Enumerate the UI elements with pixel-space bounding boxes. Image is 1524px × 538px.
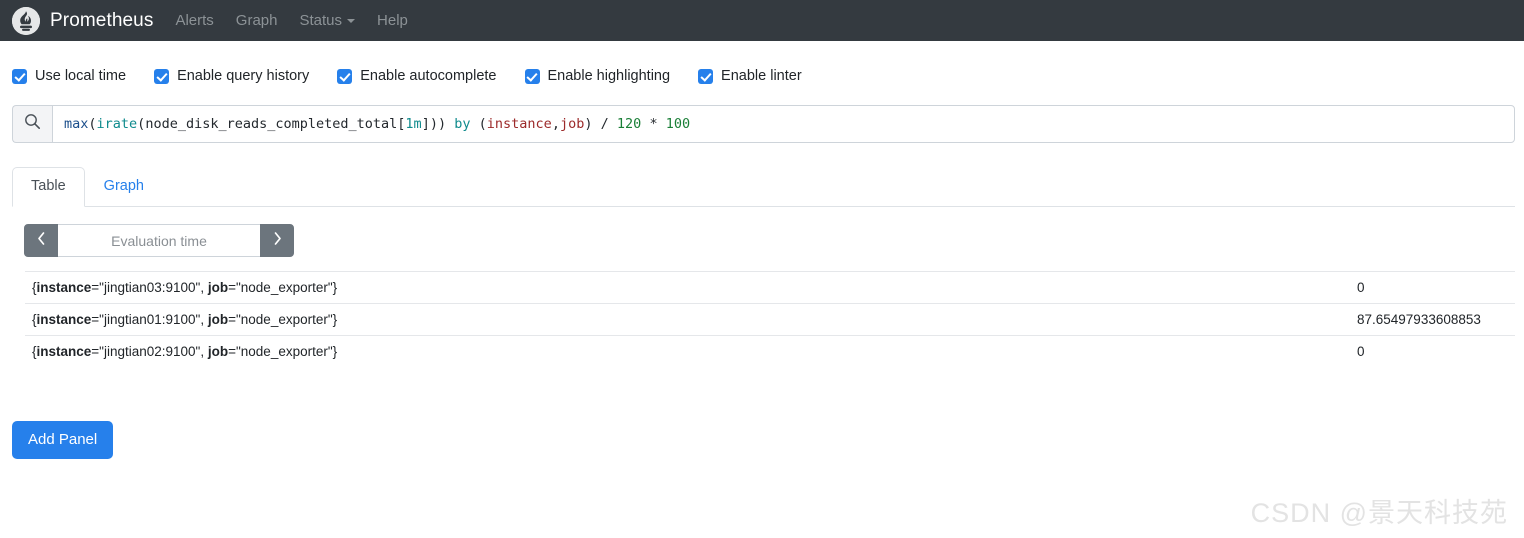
query-token [471, 116, 479, 132]
brace-close: } [332, 344, 338, 359]
metric-value-cell: 0 [1357, 280, 1365, 295]
option-enable-linter[interactable]: Enable linter [698, 68, 802, 84]
option-enable-highlighting[interactable]: Enable highlighting [524, 68, 671, 84]
query-token: job [559, 116, 585, 132]
metric-value-cell: 87.65497933608853 [1357, 312, 1481, 327]
watermark: CSDN @景天科技苑 [1250, 498, 1508, 528]
option-use-local-time-label: Use local time [35, 68, 127, 84]
query-result-body: {instance="jingtian03:9100", job="node_e… [25, 271, 1515, 368]
nav-link-alerts[interactable]: Alerts [175, 12, 213, 29]
nav-link-status[interactable]: Status [300, 12, 356, 29]
option-enable-autocomplete[interactable]: Enable autocomplete [337, 68, 497, 84]
metric-series-cell: {instance="jingtian02:9100", job="node_e… [25, 336, 1349, 368]
evaluation-time-next-button[interactable] [260, 224, 294, 257]
query-token: * [649, 116, 658, 132]
label-name: instance [36, 344, 92, 359]
metric-series-cell: {instance="jingtian03:9100", job="node_e… [25, 272, 1349, 304]
query-token: max [64, 116, 89, 132]
query-result-table: {instance="jingtian03:9100", job="node_e… [25, 271, 1515, 367]
query-token: 120 [616, 116, 642, 132]
navbar: Prometheus Alerts Graph Status Help [0, 0, 1524, 41]
label-name: instance [36, 312, 92, 327]
tab-graph[interactable]: Graph [85, 167, 163, 207]
query-token [609, 116, 617, 132]
brand-title: Prometheus [50, 9, 154, 31]
checkbox-enable-linter[interactable] [698, 68, 714, 84]
add-panel-button[interactable]: Add Panel [12, 421, 114, 459]
query-input-row: max(irate(node_disk_reads_completed_tota… [12, 105, 1515, 143]
checkbox-enable-autocomplete[interactable] [337, 68, 353, 84]
query-token: by [454, 116, 471, 132]
option-enable-linter-label: Enable linter [721, 68, 802, 84]
nav-link-alerts-label: Alerts [175, 12, 214, 29]
table-row: {instance="jingtian03:9100", job="node_e… [25, 271, 1515, 304]
label-value: ="node_exporter" [228, 344, 333, 359]
nav-link-help-label: Help [377, 12, 408, 29]
search-icon-button[interactable] [12, 105, 52, 143]
evaluation-time-control [24, 224, 294, 257]
metric-value-cell: 0 [1357, 344, 1365, 359]
query-expression-text: max(irate(node_disk_reads_completed_tota… [64, 116, 690, 132]
table-row: {instance="jingtian02:9100", job="node_e… [25, 335, 1515, 368]
query-token: )) [429, 116, 447, 132]
label-name: job [207, 280, 229, 295]
query-options-row: Use local time Enable query history Enab… [0, 41, 1524, 93]
brace-close: } [332, 312, 338, 327]
query-token: ] [421, 116, 430, 132]
evaluation-time-prev-button[interactable] [24, 224, 58, 257]
query-token: ( [478, 116, 487, 132]
label-value: ="jingtian02:9100", [91, 344, 208, 359]
checkbox-enable-highlighting[interactable] [524, 68, 540, 84]
tab-table[interactable]: Table [12, 167, 85, 207]
query-token: 100 [665, 116, 691, 132]
label-name: job [207, 344, 229, 359]
brand-area[interactable]: Prometheus [12, 6, 154, 35]
label-value: ="jingtian03:9100", [91, 280, 208, 295]
query-expression-input[interactable]: max(irate(node_disk_reads_completed_tota… [52, 105, 1515, 143]
label-value: ="jingtian01:9100", [91, 312, 208, 327]
prometheus-torch-icon [12, 6, 40, 35]
label-value: ="node_exporter" [228, 312, 333, 327]
evaluation-time-input[interactable] [58, 224, 260, 257]
option-enable-autocomplete-label: Enable autocomplete [360, 68, 497, 84]
query-token [658, 116, 666, 132]
option-enable-query-history[interactable]: Enable query history [154, 68, 309, 84]
query-token: / [600, 116, 609, 132]
query-token: irate [96, 116, 138, 132]
checkbox-use-local-time[interactable] [12, 68, 27, 84]
option-enable-query-history-label: Enable query history [177, 68, 310, 84]
metric-series-cell: {instance="jingtian01:9100", job="node_e… [25, 304, 1349, 336]
option-enable-highlighting-label: Enable highlighting [547, 68, 671, 84]
nav-link-help[interactable]: Help [377, 12, 408, 29]
label-name: instance [36, 280, 92, 295]
query-token: instance [486, 116, 552, 132]
nav-links: Alerts Graph Status Help [175, 12, 407, 29]
label-value: ="node_exporter" [228, 280, 333, 295]
query-token: 1m [405, 116, 422, 132]
table-row: {instance="jingtian01:9100", job="node_e… [25, 303, 1515, 336]
query-token: node_disk_reads_completed_total [145, 116, 398, 132]
chevron-left-icon [36, 231, 47, 251]
checkbox-enable-query-history[interactable] [154, 68, 170, 84]
nav-link-graph[interactable]: Graph [236, 12, 278, 29]
query-token: , [551, 116, 560, 132]
search-icon [24, 113, 41, 135]
option-use-local-time[interactable]: Use local time [12, 68, 126, 84]
result-tabs: Table Graph [12, 165, 1515, 207]
query-token: ( [88, 116, 97, 132]
chevron-down-icon [347, 18, 356, 23]
nav-link-status-label: Status [299, 12, 343, 29]
nav-link-graph-label: Graph [235, 12, 278, 29]
label-name: job [207, 312, 229, 327]
chevron-right-icon [272, 231, 283, 251]
query-token [446, 116, 454, 132]
query-token [592, 116, 600, 132]
brace-close: } [332, 280, 338, 295]
